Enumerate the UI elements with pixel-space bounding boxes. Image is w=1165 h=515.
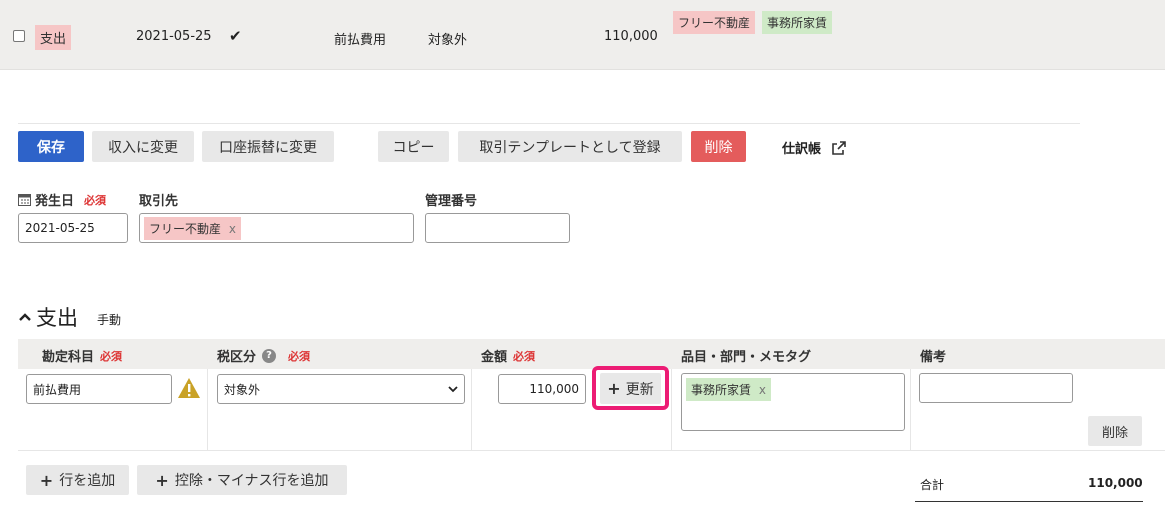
required-mark: 必須 bbox=[513, 349, 536, 363]
partner-tag-remove[interactable]: x bbox=[229, 222, 236, 236]
delete-button[interactable]: 削除 bbox=[691, 131, 746, 162]
th-account: 勘定科目 必須 bbox=[42, 346, 123, 366]
external-link-icon bbox=[832, 140, 846, 155]
tax-select[interactable]: 対象外 bbox=[217, 374, 465, 404]
summary-account: 前払費用 bbox=[334, 33, 387, 48]
plus-icon: + bbox=[155, 470, 169, 490]
section-mode: 手動 bbox=[97, 313, 122, 327]
required-mark: 必須 bbox=[100, 349, 123, 363]
section-header[interactable]: 支出 bbox=[18, 302, 78, 332]
save-button[interactable]: 保存 bbox=[18, 131, 84, 162]
column-divider bbox=[471, 369, 472, 450]
add-deduction-row-button[interactable]: + 控除・マイナス行を追加 bbox=[137, 465, 347, 495]
warning-icon bbox=[178, 378, 200, 398]
column-divider bbox=[910, 369, 911, 450]
chevron-down-icon bbox=[448, 386, 458, 393]
row-divider bbox=[18, 450, 1165, 451]
partner-tag-label: フリー不動産 bbox=[149, 221, 222, 236]
th-remarks: 備考 bbox=[920, 350, 947, 365]
remarks-input[interactable] bbox=[919, 373, 1073, 403]
memo-tag-label: 事務所家賃 bbox=[691, 383, 752, 397]
th-amount: 金額 必須 bbox=[481, 346, 536, 366]
summary-amount: 110,000 bbox=[604, 29, 658, 44]
plus-icon: + bbox=[39, 470, 54, 490]
add-deduction-label: 控除・マイナス行を追加 bbox=[174, 473, 329, 489]
transaction-summary-row[interactable]: 支出 2021-05-25 ✔ 前払費用 対象外 110,000 フリー不動産 … bbox=[0, 0, 1165, 70]
partner-tag: フリー不動産 x bbox=[144, 216, 241, 240]
calendar-icon bbox=[18, 194, 31, 206]
register-template-button[interactable]: 取引テンプレートとして登録 bbox=[458, 131, 682, 162]
summary-tag-memo: 事務所家賃 bbox=[762, 11, 833, 34]
change-to-transfer-button[interactable]: 口座振替に変更 bbox=[202, 131, 334, 162]
section-title: 支出 bbox=[36, 306, 78, 330]
add-row-label: 行を追加 bbox=[59, 473, 116, 489]
date-label: 発生日 bbox=[35, 194, 75, 209]
total-underline bbox=[915, 501, 1143, 502]
total-label: 合計 bbox=[920, 478, 945, 492]
memo-tag-input[interactable]: 事務所家賃 x bbox=[681, 373, 905, 431]
amount-input[interactable]: 110,000 bbox=[498, 374, 586, 404]
copy-button[interactable]: コピー bbox=[378, 131, 449, 162]
th-account-label: 勘定科目 bbox=[42, 350, 95, 365]
partner-input[interactable]: フリー不動産 x bbox=[139, 213, 414, 243]
update-button[interactable]: + 更新 bbox=[600, 373, 661, 404]
memo-tag: 事務所家賃 x bbox=[686, 378, 771, 401]
memo-tag-remove[interactable]: x bbox=[759, 383, 766, 397]
th-tax: 税区分 ? 必須 bbox=[217, 346, 310, 365]
summary-tax: 対象外 bbox=[428, 33, 468, 48]
mgmt-number-input[interactable] bbox=[425, 213, 570, 243]
th-items: 品目・部門・メモタグ bbox=[681, 350, 812, 365]
date-label-group: 発生日 必須 bbox=[18, 190, 106, 209]
column-divider bbox=[671, 369, 672, 450]
summary-date: 2021-05-25 bbox=[136, 29, 212, 44]
mgmt-number-label: 管理番号 bbox=[425, 194, 478, 209]
plus-icon: + bbox=[607, 379, 621, 398]
chevron-up-icon bbox=[19, 313, 31, 321]
journal-link-label: 仕訳帳 bbox=[782, 142, 822, 157]
journal-link[interactable]: 仕訳帳 bbox=[782, 138, 847, 157]
help-icon[interactable]: ? bbox=[262, 348, 277, 363]
update-button-label: 更新 bbox=[625, 381, 654, 398]
row-checkbox[interactable] bbox=[13, 30, 25, 42]
required-mark: 必須 bbox=[288, 349, 311, 363]
th-amount-label: 金額 bbox=[481, 350, 508, 365]
date-input[interactable]: 2021-05-25 bbox=[18, 213, 128, 243]
type-badge: 支出 bbox=[35, 25, 72, 50]
account-input[interactable]: 前払費用 bbox=[26, 374, 172, 404]
partner-label: 取引先 bbox=[139, 194, 179, 209]
divider bbox=[18, 123, 1080, 124]
total-value: 110,000 bbox=[1088, 476, 1143, 490]
add-row-button[interactable]: + 行を追加 bbox=[26, 465, 129, 495]
column-divider bbox=[207, 369, 208, 450]
check-icon: ✔ bbox=[229, 27, 242, 45]
tax-select-value: 対象外 bbox=[224, 382, 261, 397]
summary-tag-partner: フリー不動産 bbox=[673, 11, 756, 34]
required-mark: 必須 bbox=[84, 193, 107, 207]
table-header bbox=[18, 339, 1165, 369]
th-tax-label: 税区分 bbox=[217, 350, 257, 365]
change-to-income-button[interactable]: 収入に変更 bbox=[92, 131, 194, 162]
row-delete-button[interactable]: 削除 bbox=[1088, 416, 1142, 446]
